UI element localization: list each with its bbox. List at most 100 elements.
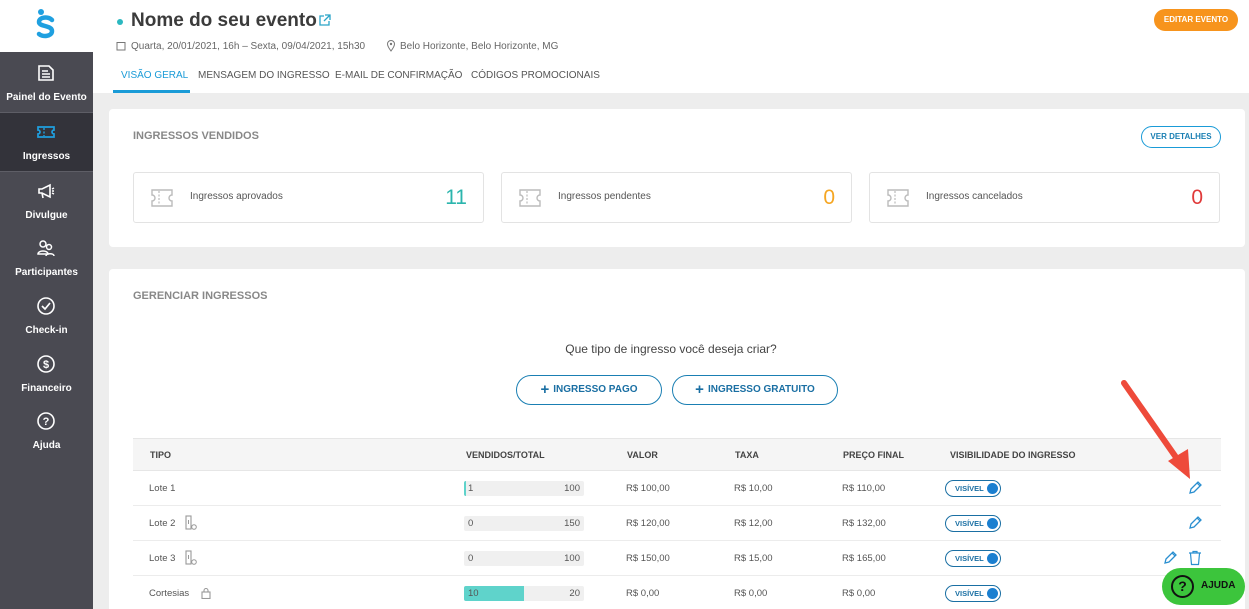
add-free-ticket-button[interactable]: + INGRESSO GRATUITO	[672, 375, 838, 405]
sold-progress: 10 20	[464, 586, 584, 601]
sidebar-item-ingressos[interactable]: Ingressos	[0, 113, 93, 171]
check-circle-icon	[37, 297, 55, 315]
sidebar-item-checkin[interactable]: Check-in	[0, 287, 93, 345]
visibility-label: VISÍVEL	[955, 554, 984, 563]
sympla-logo-icon	[36, 9, 55, 39]
column-header: VALOR	[627, 450, 658, 460]
ticket-final-price: R$ 165,00	[842, 553, 886, 564]
sidebar-item-ajuda[interactable]: ? Ajuda	[0, 402, 93, 460]
sidebar-item-label: Participantes	[15, 267, 78, 278]
stat-cancelled: Ingressos cancelados 0	[869, 172, 1220, 223]
toggle-knob	[987, 588, 998, 599]
tickets-table: TIPO VENDIDOS/TOTAL VALOR TAXA PREÇO FIN…	[133, 438, 1221, 609]
sidebar-item-painel[interactable]: Painel do Evento	[0, 54, 93, 112]
toggle-knob	[987, 483, 998, 494]
table-header: TIPO VENDIDOS/TOTAL VALOR TAXA PREÇO FIN…	[133, 438, 1221, 471]
stat-label: Ingressos cancelados	[926, 191, 1023, 202]
visibility-toggle[interactable]: VISÍVEL	[945, 515, 1001, 532]
tab-visao-geral[interactable]: VISÃO GERAL	[121, 70, 188, 81]
sold-count: 0	[468, 518, 474, 529]
stat-label: Ingressos pendentes	[558, 191, 651, 202]
ticket-value: R$ 100,00	[626, 483, 670, 494]
button-label: INGRESSO GRATUITO	[707, 384, 815, 395]
column-header: VISIBILIDADE DO INGRESSO	[950, 450, 1076, 460]
tab-email-confirmacao[interactable]: E-MAIL DE CONFIRMAÇÃO	[335, 70, 462, 81]
total-count: 150	[564, 518, 580, 529]
column-header: VENDIDOS/TOTAL	[466, 450, 545, 460]
ticket-icon	[519, 189, 541, 207]
column-header: TIPO	[150, 450, 172, 460]
external-link-icon[interactable]	[318, 14, 331, 27]
sold-progress: 0 100	[464, 551, 584, 566]
total-count: 100	[564, 483, 580, 494]
pencil-icon[interactable]	[1162, 550, 1178, 566]
logo[interactable]	[0, 0, 93, 52]
column-header: TAXA	[735, 450, 759, 460]
stat-value: 0	[823, 186, 835, 209]
pencil-icon[interactable]	[1187, 515, 1203, 531]
table-row: Cortesias 10 20 R$ 0,00 R$ 0,00 R$ 0,00 …	[133, 576, 1221, 609]
column-header: PREÇO FINAL	[843, 450, 905, 460]
ticket-fee: R$ 15,00	[734, 553, 773, 564]
stat-label: Ingressos aprovados	[190, 191, 283, 202]
ticket-fee: R$ 10,00	[734, 483, 773, 494]
sidebar-item-label: Painel do Evento	[6, 92, 87, 103]
event-date: Quarta, 20/01/2021, 16h – Sexta, 09/04/2…	[131, 41, 366, 52]
sidebar-item-participantes[interactable]: Participantes	[0, 229, 93, 287]
manage-tickets-title: GERENCIAR INGRESSOS	[133, 290, 268, 302]
add-paid-ticket-button[interactable]: + INGRESSO PAGO	[516, 375, 662, 405]
stat-value: 11	[445, 186, 467, 209]
sidebar-item-label: Check-in	[25, 325, 68, 336]
stat-approved: Ingressos aprovados 11	[133, 172, 484, 223]
sidebar-item-divulgue[interactable]: Divulgue	[0, 172, 93, 230]
ticket-fee: R$ 0,00	[734, 588, 768, 599]
sold-count: 0	[468, 553, 474, 564]
sidebar-item-financeiro[interactable]: $ Financeiro	[0, 345, 93, 403]
ticket-final-price: R$ 0,00	[842, 588, 876, 599]
svg-text:?: ?	[43, 416, 50, 428]
edit-event-button[interactable]: EDITAR EVENTO	[1154, 9, 1238, 31]
ticket-type: Lote 1	[149, 483, 176, 494]
trash-icon[interactable]	[1187, 550, 1203, 566]
view-details-button[interactable]: VER DETALHES	[1141, 126, 1221, 148]
total-count: 100	[564, 553, 580, 564]
progress-fill	[464, 481, 466, 496]
visibility-toggle[interactable]: VISÍVEL	[945, 550, 1001, 567]
sidebar-item-label: Ajuda	[32, 440, 61, 451]
location-pin-icon	[386, 40, 396, 52]
tab-codigos-promocionais[interactable]: CÓDIGOS PROMOCIONAIS	[471, 70, 600, 81]
ticket-icon	[37, 126, 55, 138]
ticket-type: Lote 2	[149, 518, 176, 529]
visibility-label: VISÍVEL	[955, 484, 984, 493]
visibility-label: VISÍVEL	[955, 589, 984, 598]
ticket-value: R$ 120,00	[626, 518, 670, 529]
question-icon: ?	[1171, 575, 1194, 598]
ticket-type: Lote 3	[149, 553, 176, 564]
event-location: Belo Horizonte, Belo Horizonte, MG	[400, 41, 559, 52]
ticket-value: R$ 0,00	[626, 588, 660, 599]
ticket-final-price: R$ 132,00	[842, 518, 886, 529]
tab-mensagem-ingresso[interactable]: MENSAGEM DO INGRESSO	[198, 70, 330, 81]
sidebar-item-label: Financeiro	[21, 383, 72, 394]
table-row: Lote 2 0 150 R$ 120,00 R$ 12,00 R$ 132,0…	[133, 506, 1221, 541]
page-title: Nome do seu evento	[131, 10, 317, 31]
hourglass-icon	[185, 550, 197, 565]
toggle-knob	[987, 553, 998, 564]
create-ticket-question: Que tipo de ingresso você deseja criar?	[565, 342, 777, 356]
ticket-icon	[887, 189, 909, 207]
visibility-toggle[interactable]: VISÍVEL	[945, 585, 1001, 602]
active-tab-indicator	[113, 90, 190, 93]
table-row: Lote 3 0 100 R$ 150,00 R$ 15,00 R$ 165,0…	[133, 541, 1221, 576]
stat-pending: Ingressos pendentes 0	[501, 172, 852, 223]
dollar-circle-icon: $	[37, 355, 55, 373]
users-icon	[37, 240, 55, 257]
plus-icon: +	[540, 381, 550, 398]
svg-text:$: $	[43, 359, 49, 371]
lock-icon	[201, 587, 211, 599]
visibility-toggle[interactable]: VISÍVEL	[945, 480, 1001, 497]
help-button[interactable]: ? AJUDA	[1162, 568, 1245, 605]
ticket-value: R$ 150,00	[626, 553, 670, 564]
ticket-final-price: R$ 110,00	[842, 483, 886, 494]
sidebar-item-label: Divulgue	[25, 210, 68, 221]
annotation-arrow	[1121, 380, 1190, 479]
